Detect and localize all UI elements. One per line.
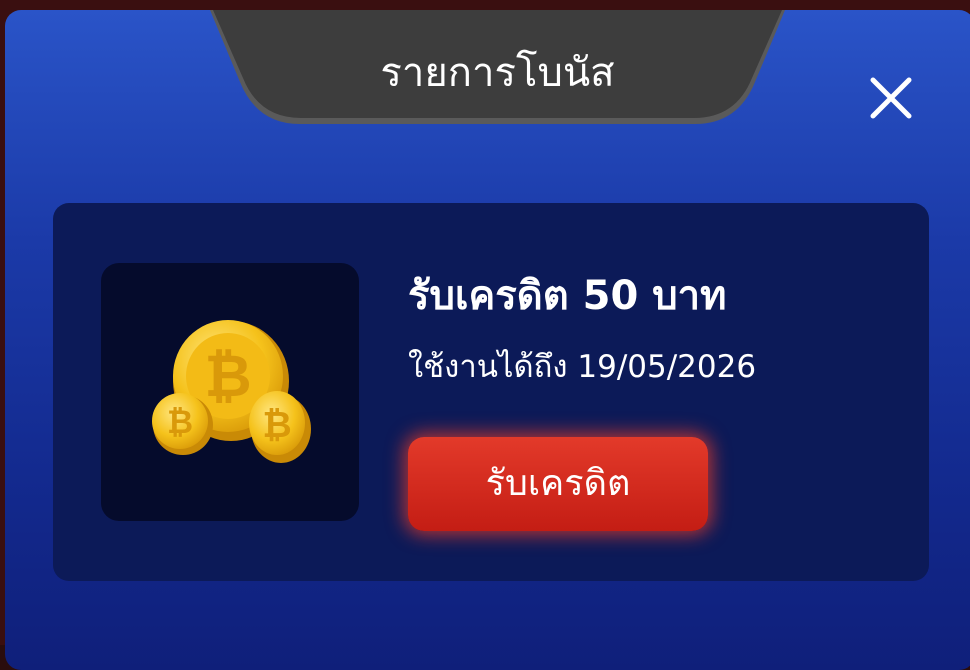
- modal-title: รายการโบนัส: [380, 50, 615, 96]
- bonus-expiry-date: ใช้งานได้ถึง 19/05/2026: [408, 349, 757, 385]
- bonus-image: ₿ ₿ ₿: [101, 263, 359, 521]
- bonus-title: รับเครดิต 50 บาท: [408, 273, 727, 319]
- close-icon: [870, 77, 912, 119]
- bonus-card: ₿ ₿ ₿ รับเครดิต 50 บาท ใช้งานได้ถึง 19/0…: [53, 203, 929, 581]
- bitcoin-coins-icon: ₿ ₿ ₿: [152, 320, 311, 463]
- bonus-list-modal: รายการโบนัส ₿ ₿ ₿ รับเครดิต 50 บาท ใช้งา…: [5, 10, 970, 670]
- svg-text:₿: ₿: [204, 342, 251, 410]
- svg-text:₿: ₿: [167, 403, 193, 441]
- close-button[interactable]: [865, 72, 917, 124]
- claim-credit-button[interactable]: รับเครดิต: [408, 437, 708, 531]
- svg-text:₿: ₿: [262, 405, 291, 446]
- modal-title-tab: รายการโบนัส: [210, 10, 785, 128]
